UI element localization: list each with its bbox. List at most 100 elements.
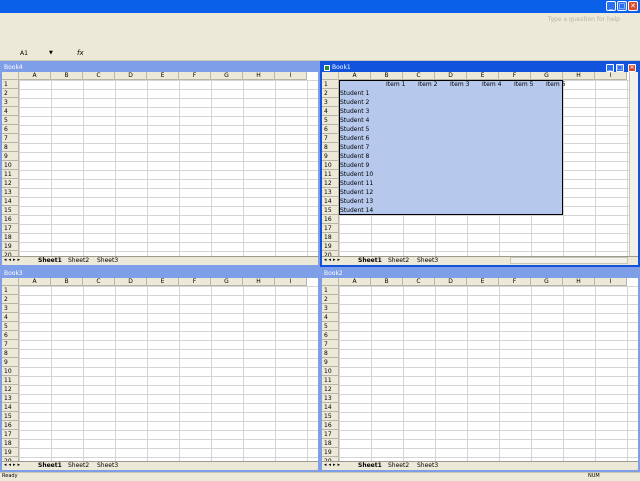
fx-icon[interactable]: fx	[77, 49, 84, 57]
sheet-tab-1[interactable]: Sheet1	[358, 257, 382, 264]
row-header[interactable]: 12	[322, 179, 339, 188]
column-header[interactable]: I	[595, 278, 627, 286]
row-header[interactable]: 3	[2, 98, 19, 107]
column-header[interactable]: E	[467, 72, 499, 80]
column-header[interactable]: G	[531, 278, 563, 286]
row-header[interactable]: 1	[2, 286, 19, 295]
row-header[interactable]: 2	[322, 89, 339, 98]
sheet-tab-2[interactable]: Sheet2	[68, 257, 89, 264]
tab-navigation-icon[interactable]: ◂◂▸▸	[324, 462, 342, 469]
row-header[interactable]: 12	[2, 179, 19, 188]
row-header[interactable]: 9	[2, 152, 19, 161]
column-header[interactable]: F	[499, 278, 531, 286]
column-header[interactable]: B	[371, 72, 403, 80]
sheet-tab-3[interactable]: Sheet3	[97, 462, 118, 469]
column-header[interactable]: G	[211, 72, 243, 80]
row-header[interactable]: 7	[2, 340, 19, 349]
window-minimize-button[interactable]: _	[606, 64, 614, 72]
row-header[interactable]: 11	[322, 376, 339, 385]
row-header[interactable]: 8	[2, 143, 19, 152]
row-header[interactable]: 17	[322, 430, 339, 439]
student-name-cell[interactable]: Student 1	[340, 89, 369, 98]
row-header[interactable]: 1	[322, 286, 339, 295]
row-header[interactable]: 10	[322, 367, 339, 376]
select-all-corner[interactable]	[2, 72, 19, 80]
student-name-cell[interactable]: Student 4	[340, 116, 369, 125]
item-header-cell[interactable]: Item 3	[450, 80, 469, 89]
row-header[interactable]: 12	[322, 385, 339, 394]
row-header[interactable]: 14	[322, 197, 339, 206]
row-header[interactable]: 3	[322, 98, 339, 107]
row-header[interactable]: 11	[2, 376, 19, 385]
workbook-title-bar[interactable]: Book2	[322, 269, 638, 278]
row-header[interactable]: 15	[322, 206, 339, 215]
column-header[interactable]: H	[563, 278, 595, 286]
row-header[interactable]: 7	[322, 340, 339, 349]
row-header[interactable]: 11	[2, 170, 19, 179]
column-header[interactable]: B	[51, 72, 83, 80]
column-header[interactable]: H	[243, 72, 275, 80]
row-header[interactable]: 4	[322, 313, 339, 322]
row-header[interactable]: 16	[2, 215, 19, 224]
workbook-title-bar[interactable]: Book3	[2, 269, 318, 278]
student-name-cell[interactable]: Student 13	[340, 197, 373, 206]
column-header[interactable]: C	[403, 72, 435, 80]
student-name-cell[interactable]: Student 5	[340, 125, 369, 134]
worksheet-grid[interactable]: A B C D E F G H I 1 2 3 4 5 6 7 8 9 10 11 12 13 14 15 16 17 18 19 20…	[322, 72, 638, 256]
column-header[interactable]: D	[435, 72, 467, 80]
column-header[interactable]: A	[339, 278, 371, 286]
column-header[interactable]: E	[467, 278, 499, 286]
sheet-tab-3[interactable]: Sheet3	[417, 462, 438, 469]
column-header[interactable]: I	[595, 72, 627, 80]
student-name-cell[interactable]: Student 10	[340, 170, 373, 179]
row-header[interactable]: 9	[322, 152, 339, 161]
row-header[interactable]: 10	[2, 367, 19, 376]
row-header[interactable]: 9	[322, 358, 339, 367]
row-header[interactable]: 13	[2, 394, 19, 403]
item-header-cell[interactable]: Item 1	[386, 80, 405, 89]
column-header[interactable]: D	[435, 278, 467, 286]
workbook-window-book1[interactable]: Book1 _ □ ✕ A B C D E F G H I 1 2 3 4 5 6 7 8 9 10 11 12 13 14 15 16…	[320, 61, 640, 267]
row-header[interactable]: 4	[322, 107, 339, 116]
student-name-cell[interactable]: Student 11	[340, 179, 373, 188]
tab-navigation-icon[interactable]: ◂◂▸▸	[4, 462, 22, 469]
row-header[interactable]: 6	[322, 125, 339, 134]
column-header[interactable]: B	[51, 278, 83, 286]
row-header[interactable]: 13	[2, 188, 19, 197]
cell-grid[interactable]	[19, 286, 318, 461]
row-header[interactable]: 2	[322, 295, 339, 304]
row-header[interactable]: 5	[2, 116, 19, 125]
item-header-cell[interactable]: Item 5	[514, 80, 533, 89]
workbook-window-book4[interactable]: Book4 A B C D E F G H I 1 2 3 4 5 6 7 8 9 10 11 12 13 14 15 16 17 1…	[0, 61, 320, 267]
sheet-tab-1[interactable]: Sheet1	[38, 257, 62, 264]
app-close-button[interactable]: ✕	[628, 1, 638, 11]
row-header[interactable]: 2	[2, 89, 19, 98]
row-header[interactable]: 15	[2, 412, 19, 421]
row-header[interactable]: 17	[2, 430, 19, 439]
row-header[interactable]: 14	[2, 197, 19, 206]
tab-navigation-icon[interactable]: ◂◂▸▸	[324, 257, 342, 264]
item-header-cell[interactable]: Item 4	[482, 80, 501, 89]
student-name-cell[interactable]: Student 6	[340, 134, 369, 143]
sheet-tab-1[interactable]: Sheet1	[358, 462, 382, 469]
row-header[interactable]: 3	[2, 304, 19, 313]
row-header[interactable]: 17	[322, 224, 339, 233]
row-header[interactable]: 10	[322, 161, 339, 170]
row-header[interactable]: 2	[2, 295, 19, 304]
row-header[interactable]: 18	[2, 233, 19, 242]
student-name-cell[interactable]: Student 2	[340, 98, 369, 107]
column-header[interactable]: C	[83, 72, 115, 80]
row-header[interactable]: 19	[2, 448, 19, 457]
row-header[interactable]: 5	[2, 322, 19, 331]
row-header[interactable]: 18	[322, 439, 339, 448]
row-header[interactable]: 4	[2, 313, 19, 322]
workbook-title-bar[interactable]: Book1	[322, 63, 638, 72]
row-header[interactable]: 3	[322, 304, 339, 313]
window-maximize-button[interactable]: □	[616, 64, 624, 72]
row-header[interactable]: 19	[322, 448, 339, 457]
select-all-corner[interactable]	[322, 278, 339, 286]
row-header[interactable]: 11	[322, 170, 339, 179]
help-question-box[interactable]: Type a question for help	[548, 16, 620, 23]
row-header[interactable]: 1	[322, 80, 339, 89]
student-name-cell[interactable]: Student 3	[340, 107, 369, 116]
